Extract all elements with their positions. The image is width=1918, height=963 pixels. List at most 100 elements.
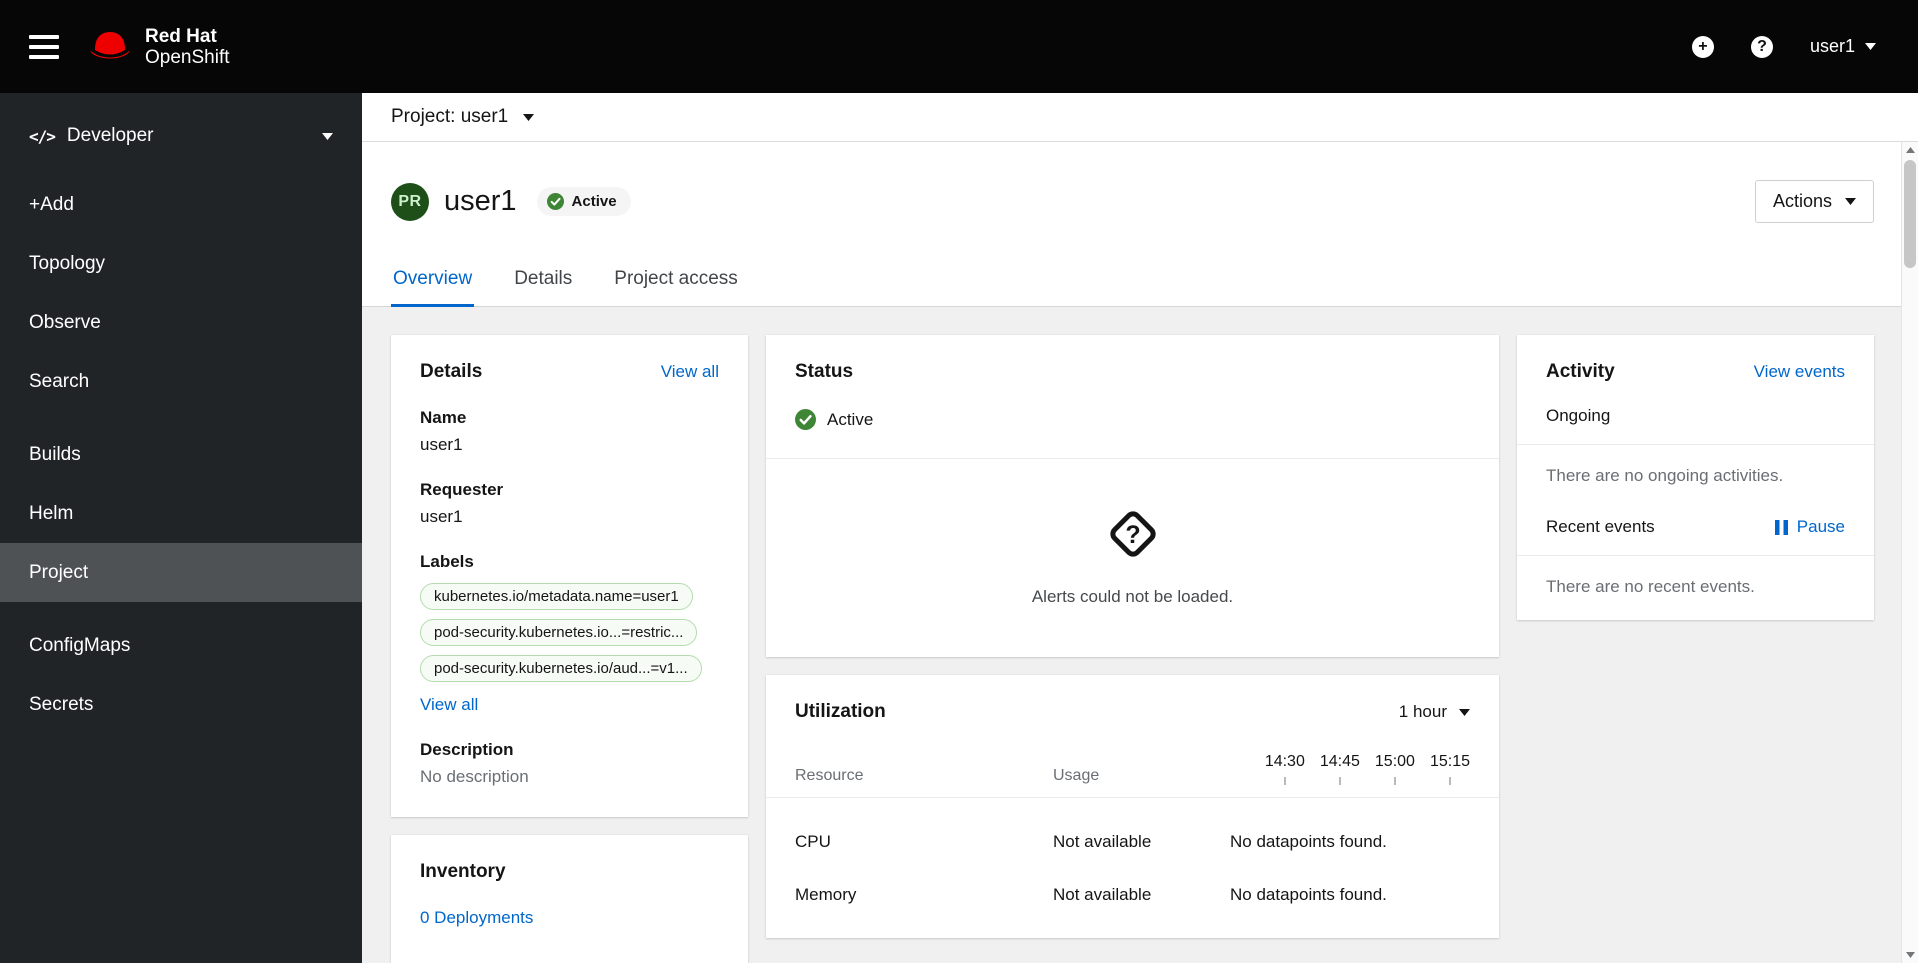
- scrollbar-thumb[interactable]: [1904, 160, 1916, 268]
- nav-group-2: Builds Helm Project: [0, 425, 362, 602]
- sidebar-item-observe[interactable]: Observe: [0, 293, 362, 352]
- status-badge-label: Active: [571, 193, 617, 210]
- time-tick-label: 15:15: [1429, 753, 1470, 770]
- scrollbar[interactable]: [1901, 142, 1918, 963]
- scrollbar-down-arrow[interactable]: [1902, 947, 1918, 963]
- field-value-requester: user1: [420, 507, 463, 526]
- chevron-down-icon: [1459, 708, 1470, 716]
- sidebar-item-add[interactable]: +Add: [0, 175, 362, 234]
- inventory-card: Inventory 0 Deployments: [391, 835, 748, 963]
- sidebar-item-secrets[interactable]: Secrets: [0, 675, 362, 734]
- check-circle-icon: [546, 193, 564, 210]
- check-circle-icon: [795, 409, 816, 430]
- dashboard-right-column: Activity View events Ongoing There are n…: [1517, 335, 1874, 620]
- perspective-switcher[interactable]: </> Developer: [0, 105, 362, 167]
- actions-dropdown-button[interactable]: Actions: [1754, 180, 1874, 223]
- resource-usage: Not available: [1053, 885, 1152, 904]
- svg-text:?: ?: [1125, 521, 1140, 549]
- utilization-card-title: Utilization: [795, 701, 886, 722]
- inventory-card-title: Inventory: [420, 861, 506, 882]
- pause-label: Pause: [1796, 517, 1845, 536]
- resource-name: CPU: [795, 832, 831, 851]
- duration-dropdown[interactable]: 1 hour: [1399, 702, 1470, 722]
- pause-events-button[interactable]: Pause: [1774, 517, 1845, 537]
- sidebar-item-topology[interactable]: Topology: [0, 234, 362, 293]
- perspective-label: Developer: [66, 125, 154, 146]
- hamburger-menu-button[interactable]: [29, 34, 59, 59]
- project-switcher[interactable]: Project: user1: [362, 93, 1918, 142]
- status-card: Status Active ? Alerts could not be load…: [766, 335, 1499, 657]
- resource-usage: Not available: [1053, 832, 1152, 851]
- overview-dashboard: Details View all Name user1 Requester us…: [362, 307, 1918, 963]
- inventory-deployments-link[interactable]: 0 Deployments: [420, 908, 533, 928]
- help-question-icon[interactable]: ?: [1750, 35, 1773, 58]
- scrollbar-up-arrow[interactable]: [1902, 142, 1918, 158]
- resource-chart-empty: No datapoints found.: [1230, 832, 1387, 851]
- brand-line1: Red Hat: [145, 25, 217, 47]
- ongoing-empty-message: There are no ongoing activities.: [1546, 466, 1784, 485]
- redhat-openshift-logo[interactable]: Red Hat OpenShift: [88, 26, 230, 68]
- axis-tick: [1283, 777, 1286, 785]
- status-badge: Active: [536, 187, 631, 216]
- user-menu-label: user1: [1809, 36, 1855, 56]
- code-brackets-icon: </>: [29, 126, 56, 146]
- time-tick-label: 14:45: [1319, 753, 1360, 770]
- sidebar-item-search[interactable]: Search: [0, 352, 362, 411]
- page-header: PR user1 Active Actions: [362, 142, 1918, 249]
- labels-list: kubernetes.io/metadata.name=user1 pod-se…: [420, 583, 719, 682]
- project-switcher-label: Project: user1: [391, 106, 509, 127]
- tab-details[interactable]: Details: [512, 249, 574, 307]
- tab-project-access[interactable]: Project access: [612, 249, 740, 307]
- nav-group-3: ConfigMaps Secrets: [0, 616, 362, 734]
- view-events-link[interactable]: View events: [1754, 362, 1845, 382]
- utilization-row-cpu: CPU Not available No datapoints found.: [766, 798, 1499, 885]
- redhat-hat-icon: [88, 29, 132, 65]
- add-plus-circle-icon[interactable]: +: [1691, 35, 1714, 58]
- sidebar-item-configmaps[interactable]: ConfigMaps: [0, 616, 362, 675]
- chevron-down-icon: [523, 113, 535, 121]
- sidebar-item-helm[interactable]: Helm: [0, 484, 362, 543]
- sidebar-item-builds[interactable]: Builds: [0, 425, 362, 484]
- page-scroll-area: PR user1 Active Actions Overview Details…: [362, 142, 1918, 963]
- field-value-description: No description: [420, 767, 529, 786]
- user-menu[interactable]: user1: [1810, 36, 1876, 57]
- ongoing-section-label: Ongoing: [1546, 406, 1611, 425]
- label-pill: kubernetes.io/metadata.name=user1: [420, 583, 693, 610]
- chevron-down-icon: [322, 132, 333, 140]
- time-tick-label: 15:00: [1374, 753, 1415, 770]
- time-axis: 14:30 14:45 15:00 15:15: [1230, 753, 1470, 785]
- axis-tick: [1393, 777, 1396, 785]
- status-active-label: Active: [827, 409, 874, 429]
- sidebar-item-project[interactable]: Project: [0, 543, 362, 602]
- labels-view-all-link[interactable]: View all: [420, 695, 478, 715]
- details-view-all-link[interactable]: View all: [661, 362, 719, 382]
- tab-bar: Overview Details Project access: [362, 249, 1918, 307]
- recent-empty-message: There are no recent events.: [1546, 577, 1755, 596]
- nav-group-1: +Add Topology Observe Search: [0, 175, 362, 411]
- col-header-usage: Usage: [1053, 767, 1100, 784]
- page-title: user1: [444, 185, 517, 217]
- duration-label: 1 hour: [1398, 702, 1447, 721]
- field-label-description: Description: [420, 740, 514, 759]
- dashboard-left-column: Details View all Name user1 Requester us…: [391, 335, 748, 963]
- field-label-name: Name: [420, 408, 467, 427]
- details-card-title: Details: [420, 361, 483, 382]
- tab-overview[interactable]: Overview: [391, 249, 475, 307]
- utilization-row-memory: Memory Not available No datapoints found…: [766, 885, 1499, 938]
- alerts-empty-state: ? Alerts could not be loaded.: [766, 459, 1499, 657]
- sidebar-nav: </> Developer +Add Topology Observe Sear…: [0, 93, 362, 963]
- field-label-labels: Labels: [420, 552, 474, 571]
- col-header-resource: Resource: [795, 767, 864, 784]
- resource-name: Memory: [795, 885, 857, 904]
- label-pill: pod-security.kubernetes.io/aud...=v1...: [420, 655, 702, 682]
- axis-tick: [1448, 777, 1451, 785]
- chevron-down-icon: [1865, 43, 1876, 50]
- masthead: Red Hat OpenShift + ? user1: [0, 0, 1918, 93]
- status-card-title: Status: [795, 361, 854, 382]
- field-value-name: user1: [420, 435, 463, 454]
- recent-events-label: Recent events: [1546, 517, 1655, 536]
- resource-chart-empty: No datapoints found.: [1230, 885, 1387, 904]
- utilization-table-header: Resource Usage 14:30 14:45 15:00 15:15: [766, 723, 1499, 785]
- field-label-requester: Requester: [420, 480, 504, 499]
- unknown-question-diamond-icon: ?: [1104, 505, 1162, 568]
